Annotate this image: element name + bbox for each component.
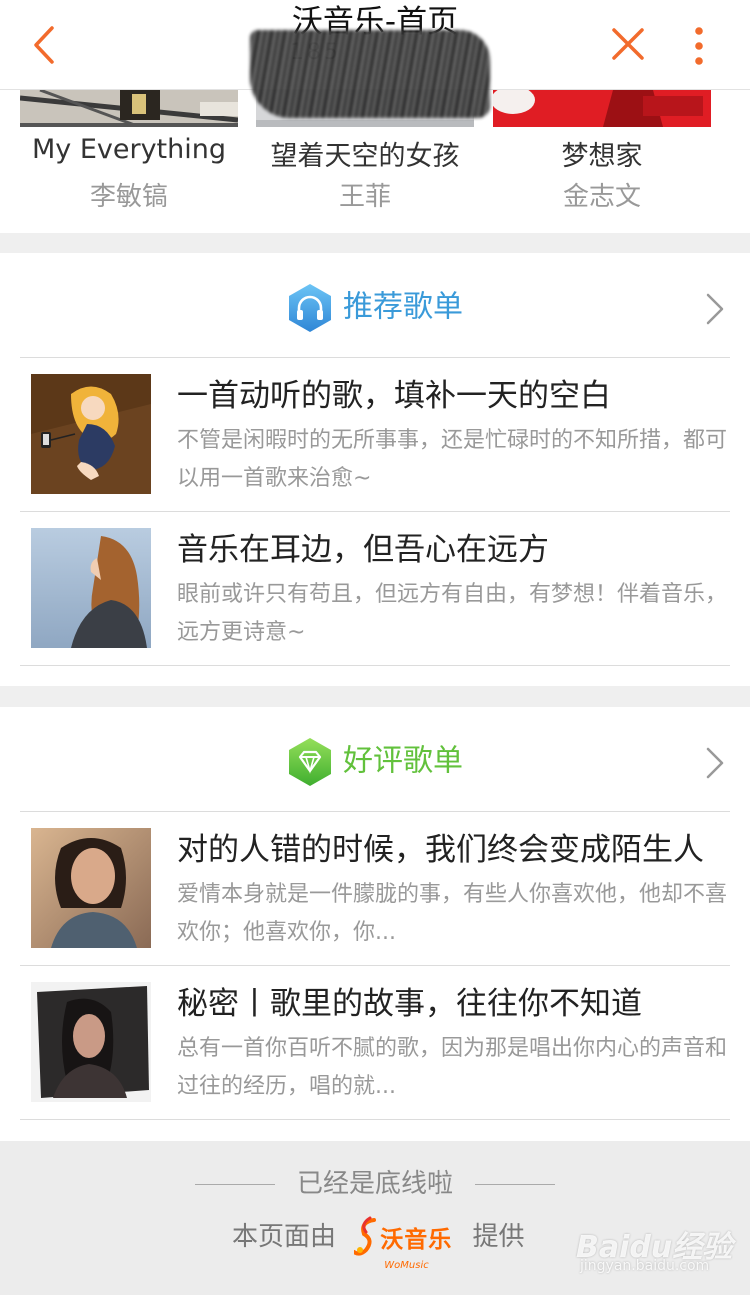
provider-suffix: 提供 <box>472 1222 525 1252</box>
end-of-list: 已经是底线啦 <box>0 1163 750 1200</box>
album-artist: 李敏镐 <box>89 182 168 212</box>
wo-music-logo-icon <box>354 1216 377 1256</box>
divider-line <box>194 1184 275 1185</box>
album-card[interactable]: My Everything 李敏镐 <box>20 90 238 233</box>
diamond-icon <box>289 738 331 786</box>
divider <box>20 1119 730 1120</box>
end-of-list-text: 已经是底线啦 <box>296 1169 453 1199</box>
album-cover <box>20 90 238 127</box>
wo-music-brand-sub: WoMusic <box>384 1259 429 1271</box>
playlist-title: 秘密丨歌里的故事，往往你不知道 <box>177 986 642 1022</box>
section-title-recommended: 推荐歌单 <box>343 289 463 325</box>
playlist-thumbnail <box>31 528 151 648</box>
watermark-sub: jingyan.baidu.com <box>580 1258 710 1274</box>
headphones-icon <box>289 284 331 332</box>
playlist-description: 爱情本身就是一件朦胧的事，有些人你喜欢他，他却不喜欢你；他喜欢你，你... <box>177 882 728 945</box>
more-menu-button[interactable] <box>686 24 712 68</box>
chevron-right-icon[interactable] <box>704 745 726 781</box>
close-button[interactable] <box>606 22 650 66</box>
more-vertical-icon <box>695 27 703 65</box>
playlist-title: 对的人错的时候，我们终会变成陌生人 <box>177 832 704 868</box>
provider-prefix: 本页面由 <box>232 1222 337 1252</box>
section-header-recommended[interactable]: 推荐歌单 <box>0 253 750 357</box>
baidu-watermark: Baidu经验 jingyan.baidu.com <box>576 1210 746 1280</box>
playlist-item[interactable]: 音乐在耳边，但吾心在远方 眼前或许只有苟且，但远方有自由，有梦想！伴着音乐，远方… <box>0 512 750 666</box>
playlist-title: 一首动听的歌，填补一天的空白 <box>177 378 611 414</box>
playlist-item[interactable]: 秘密丨歌里的故事，往往你不知道 总有一首你百听不腻的歌，因为那是唱出你内心的声音… <box>0 966 750 1120</box>
album-artist: 王菲 <box>338 182 391 212</box>
wo-music-logo[interactable]: 沃音乐 WoMusic <box>354 1216 454 1271</box>
playlist-item[interactable]: 一首动听的歌，填补一天的空白 不管是闲暇时的无所事事，还是忙碌时的不知所措，都可… <box>0 358 750 512</box>
playlist-item[interactable]: 对的人错的时候，我们终会变成陌生人 爱情本身就是一件朦胧的事，有些人你喜欢他，他… <box>0 812 750 966</box>
section-title-top-rated: 好评歌单 <box>343 743 463 779</box>
playlist-thumbnail <box>31 982 151 1102</box>
chevron-right-icon[interactable] <box>704 291 726 327</box>
playlist-thumbnail <box>31 828 151 948</box>
section-header-top-rated[interactable]: 好评歌单 <box>0 707 750 811</box>
album-artist: 金志文 <box>562 182 641 212</box>
album-name: 梦想家 <box>561 141 643 172</box>
page: 沃音乐-首页 185 <box>0 0 750 1295</box>
divider-line <box>475 1184 555 1185</box>
provider-credit: 本页面由 沃音乐 WoMusic 提供 <box>232 1215 525 1271</box>
redaction-mask <box>250 30 490 118</box>
divider <box>20 665 730 666</box>
section-gap <box>0 686 750 707</box>
close-icon <box>612 28 644 60</box>
section-gap <box>0 233 750 253</box>
playlist-thumbnail <box>31 374 151 494</box>
playlist-title: 音乐在耳边，但吾心在远方 <box>177 532 549 568</box>
playlist-description: 眼前或许只有苟且，但远方有自由，有梦想！伴着音乐，远方更诗意~ <box>177 582 728 645</box>
album-cover <box>493 90 711 127</box>
playlist-description: 不管是闲暇时的无所事事，还是忙碌时的不知所措，都可以用一首歌来治愈~ <box>177 428 728 491</box>
album-card[interactable]: 梦想家 金志文 <box>493 90 711 233</box>
playlist-description: 总有一首你百听不腻的歌，因为那是唱出你内心的声音和过往的经历，唱的就... <box>177 1036 728 1099</box>
